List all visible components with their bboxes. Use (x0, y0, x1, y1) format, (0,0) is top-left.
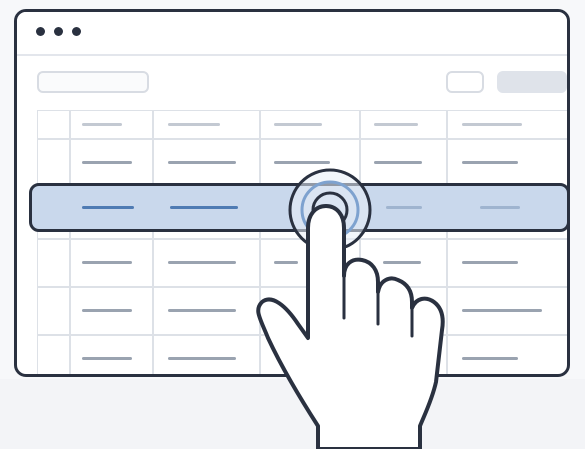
table-cell[interactable] (462, 357, 518, 360)
title-bar (17, 12, 567, 56)
column-header[interactable] (374, 123, 418, 126)
table-cell[interactable] (168, 161, 236, 164)
table-cell[interactable] (374, 161, 422, 164)
header-divider (38, 138, 567, 140)
table-cell[interactable] (274, 161, 330, 164)
table-cell[interactable] (82, 309, 132, 312)
search-input[interactable] (37, 71, 149, 93)
column-header[interactable] (82, 123, 122, 126)
primary-button[interactable] (497, 71, 567, 93)
table-cell[interactable] (462, 161, 518, 164)
illustration-canvas (0, 0, 585, 449)
table-cell[interactable] (462, 309, 542, 312)
window-dot-icon[interactable] (36, 27, 45, 36)
column-divider (69, 111, 71, 374)
window-dot-icon[interactable] (54, 27, 63, 36)
table-cell[interactable] (82, 161, 132, 164)
selected-cell[interactable] (480, 206, 520, 209)
column-divider (152, 111, 154, 374)
table-cell[interactable] (82, 357, 132, 360)
table-cell[interactable] (168, 261, 236, 264)
secondary-button[interactable] (446, 71, 484, 93)
selected-cell[interactable] (170, 206, 238, 209)
hand-pointer-icon (256, 204, 445, 449)
table-cell[interactable] (82, 261, 132, 264)
window-dot-icon[interactable] (72, 27, 81, 36)
column-header[interactable] (168, 123, 220, 126)
table-cell[interactable] (168, 309, 236, 312)
column-header[interactable] (462, 123, 522, 126)
selected-cell[interactable] (82, 206, 134, 209)
table-cell[interactable] (462, 261, 518, 264)
table-cell[interactable] (168, 357, 236, 360)
column-header[interactable] (274, 123, 322, 126)
